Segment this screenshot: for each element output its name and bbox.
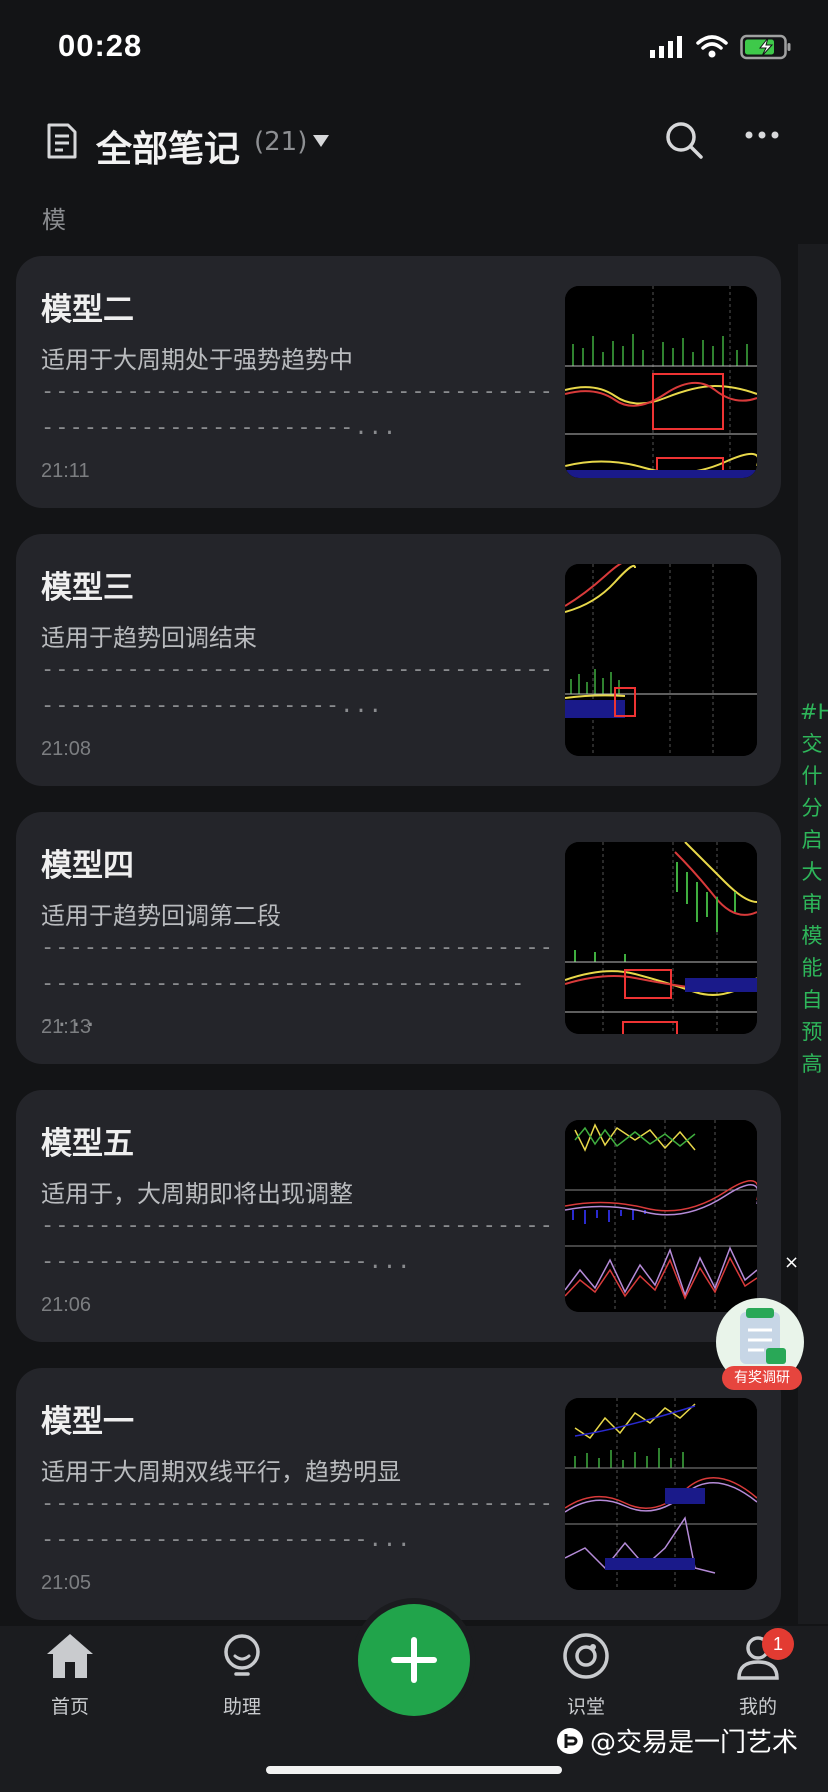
notification-badge: 1	[762, 1628, 794, 1660]
battery-icon	[740, 34, 791, 60]
note-card[interactable]: 模型二 适用于大周期处于强势趋势中 ----------------------…	[16, 256, 781, 508]
home-icon	[47, 1634, 93, 1678]
side-tag[interactable]: #H交什分启大审模能自预高	[800, 696, 828, 1080]
note-description: 适用于，大周期即将出现调整	[41, 1180, 353, 1208]
notes-header: 全部笔记 (21)	[0, 100, 828, 190]
note-description: 适用于大周期处于强势趋势中	[41, 346, 353, 374]
note-preview: ----------------------------------------…	[41, 1491, 554, 1552]
note-preview: ----------------------------------------…	[41, 379, 554, 440]
add-note-button[interactable]	[358, 1604, 470, 1716]
notebook-icon	[47, 123, 77, 159]
tab-label: 首页	[50, 1696, 89, 1718]
tab-home[interactable]: 首页	[10, 1632, 130, 1719]
tab-assistant[interactable]: 助理	[182, 1632, 302, 1719]
note-preview: ----------------------------------------…	[41, 935, 554, 1032]
note-title: 模型五	[41, 1126, 134, 1162]
tab-profile[interactable]: 我的	[698, 1632, 818, 1719]
lightbulb-icon	[224, 1634, 260, 1676]
note-description: 适用于趋势回调第二段	[41, 902, 281, 930]
tab-label: 助理	[222, 1696, 261, 1718]
survey-label[interactable]: 有奖调研	[722, 1366, 802, 1390]
tab-discover[interactable]: 识堂	[526, 1632, 646, 1719]
chart-thumbnail	[565, 286, 757, 478]
status-time: 00:28	[58, 28, 143, 63]
chart-thumbnail	[565, 842, 757, 1034]
chart-thumbnail	[565, 564, 757, 756]
note-card[interactable]: 模型五 适用于，大周期即将出现调整 ----------------------…	[16, 1090, 781, 1342]
home-indicator[interactable]	[266, 1766, 562, 1774]
plus-icon	[391, 1637, 437, 1683]
note-preview: ----------------------------------------…	[41, 1213, 554, 1274]
signal-icon	[650, 36, 682, 58]
note-time: 21:13	[41, 1016, 92, 1038]
page-title[interactable]: 全部笔记	[96, 120, 240, 172]
tab-label: 识堂	[566, 1696, 605, 1718]
note-description: 适用于趋势回调结束	[41, 624, 257, 652]
note-preview: ----------------------------------------…	[41, 657, 554, 718]
discover-icon	[563, 1633, 609, 1679]
note-description: 适用于大周期双线平行，趋势明显	[41, 1458, 401, 1486]
note-title: 模型一	[41, 1404, 134, 1440]
wifi-icon	[696, 35, 728, 58]
tab-label: 我的	[738, 1696, 777, 1718]
note-card[interactable]: 模型三 适用于趋势回调结束 --------------------------…	[16, 534, 781, 786]
watermark-text: @交易是一门艺术	[590, 1728, 799, 1758]
note-time: 21:06	[41, 1294, 92, 1316]
note-title: 模型三	[41, 570, 134, 606]
note-count[interactable]: (21)	[254, 127, 307, 157]
chart-thumbnail	[565, 1120, 757, 1312]
note-title: 模型四	[41, 848, 134, 884]
note-time: 21:05	[41, 1572, 92, 1594]
caret-down-icon[interactable]	[312, 134, 330, 148]
note-card[interactable]: 模型四 适用于趋势回调第二段 -------------------------…	[16, 812, 781, 1064]
note-title: 模型二	[41, 292, 134, 328]
note-time: 21:11	[41, 460, 90, 482]
note-time: 21:08	[41, 738, 92, 760]
status-icons	[650, 34, 792, 60]
note-card[interactable]: 模型一 适用于大周期双线平行，趋势明显 --------------------…	[16, 1368, 781, 1620]
watermark: @交易是一门艺术	[556, 1722, 798, 1759]
more-icon[interactable]	[744, 130, 780, 140]
chart-thumbnail	[565, 1398, 757, 1590]
weibo-logo-icon	[557, 1727, 583, 1754]
status-bar: 00:28	[0, 0, 828, 100]
section-label: 模	[42, 206, 66, 234]
search-icon[interactable]	[664, 120, 704, 160]
close-icon[interactable]: ×	[784, 1252, 799, 1273]
